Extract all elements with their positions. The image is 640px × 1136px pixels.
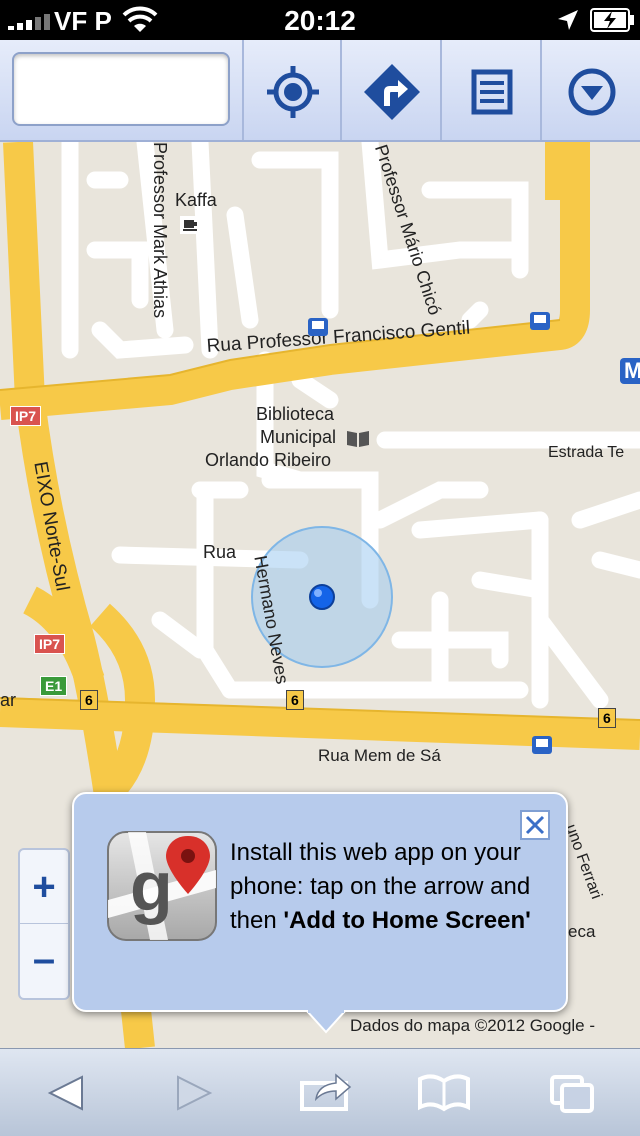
list-button[interactable] bbox=[440, 40, 538, 140]
poi-biblioteca-line1[interactable]: Biblioteca bbox=[256, 404, 334, 425]
turn-right-icon bbox=[364, 64, 420, 120]
forward-button[interactable] bbox=[140, 1049, 240, 1136]
install-web-app-popup: g Install this web app on your phone: ta… bbox=[72, 792, 568, 1034]
directions-button[interactable] bbox=[340, 40, 438, 140]
chevron-down-circle-icon bbox=[568, 68, 616, 116]
street-estrada: Estrada Te bbox=[548, 444, 625, 461]
bookmarks-button[interactable] bbox=[394, 1049, 494, 1136]
back-icon bbox=[47, 1075, 83, 1111]
popup-close-button[interactable] bbox=[520, 810, 550, 840]
poi-biblioteca-line2[interactable]: Municipal bbox=[260, 427, 336, 448]
zoom-in-button[interactable]: + bbox=[20, 850, 68, 924]
search-input[interactable] bbox=[12, 52, 230, 126]
crosshair-icon bbox=[267, 66, 319, 118]
route-shield-e1: E1 bbox=[40, 676, 68, 696]
popup-pointer bbox=[306, 1010, 346, 1034]
bus-stop-icon-2[interactable] bbox=[530, 312, 550, 330]
street-rua-hermano-1: Rua bbox=[203, 542, 237, 562]
zoom-control: + – bbox=[18, 848, 70, 1000]
route-shield-6-2: 6 bbox=[286, 690, 304, 710]
library-book-icon[interactable] bbox=[346, 428, 370, 448]
metro-icon[interactable]: M bbox=[620, 358, 640, 384]
close-icon bbox=[525, 815, 545, 835]
forward-icon bbox=[177, 1075, 213, 1111]
status-bar: VF P 20:12 bbox=[0, 0, 640, 40]
google-maps-icon: g bbox=[107, 831, 217, 941]
back-button[interactable] bbox=[14, 1049, 114, 1136]
list-icon bbox=[471, 69, 513, 115]
zoom-out-button[interactable]: – bbox=[20, 924, 68, 998]
map-toolbar bbox=[0, 40, 640, 142]
menu-button[interactable] bbox=[540, 40, 638, 140]
poi-kaffa[interactable]: Kaffa bbox=[175, 190, 217, 211]
route-shield-6-3: 6 bbox=[598, 708, 616, 728]
location-arrow-icon bbox=[558, 10, 578, 30]
street-eca: eca bbox=[568, 922, 596, 941]
poi-biblioteca-line3[interactable]: Orlando Ribeiro bbox=[205, 450, 331, 471]
route-shield-ip7-2: IP7 bbox=[34, 634, 66, 654]
battery-charging-icon bbox=[590, 8, 634, 32]
share-icon bbox=[300, 1073, 352, 1111]
tabs-icon bbox=[550, 1075, 594, 1113]
install-instructions: Install this web app on your phone: tap … bbox=[230, 836, 550, 938]
tabs-button[interactable] bbox=[522, 1049, 622, 1136]
map-attribution[interactable]: Dados do mapa ©2012 Google - bbox=[350, 1016, 595, 1036]
bus-stop-icon-3[interactable] bbox=[532, 736, 552, 754]
my-location-button[interactable] bbox=[242, 40, 340, 140]
share-button[interactable] bbox=[274, 1049, 374, 1136]
street-ar: ar bbox=[0, 690, 17, 710]
bus-stop-icon[interactable] bbox=[308, 318, 328, 336]
bookmarks-icon bbox=[418, 1074, 470, 1112]
street-professor-mark-athias: Professor Mark Athias bbox=[150, 142, 170, 319]
street-rua-mem-de-sa: Rua Mem de Sá bbox=[318, 746, 441, 765]
status-time: 20:12 bbox=[284, 5, 356, 36]
route-shield-6: 6 bbox=[80, 690, 98, 710]
install-instructions-bold: 'Add to Home Screen' bbox=[283, 907, 531, 934]
coffee-icon[interactable] bbox=[180, 216, 202, 234]
safari-toolbar bbox=[0, 1048, 640, 1136]
route-shield-ip7: IP7 bbox=[10, 406, 42, 426]
